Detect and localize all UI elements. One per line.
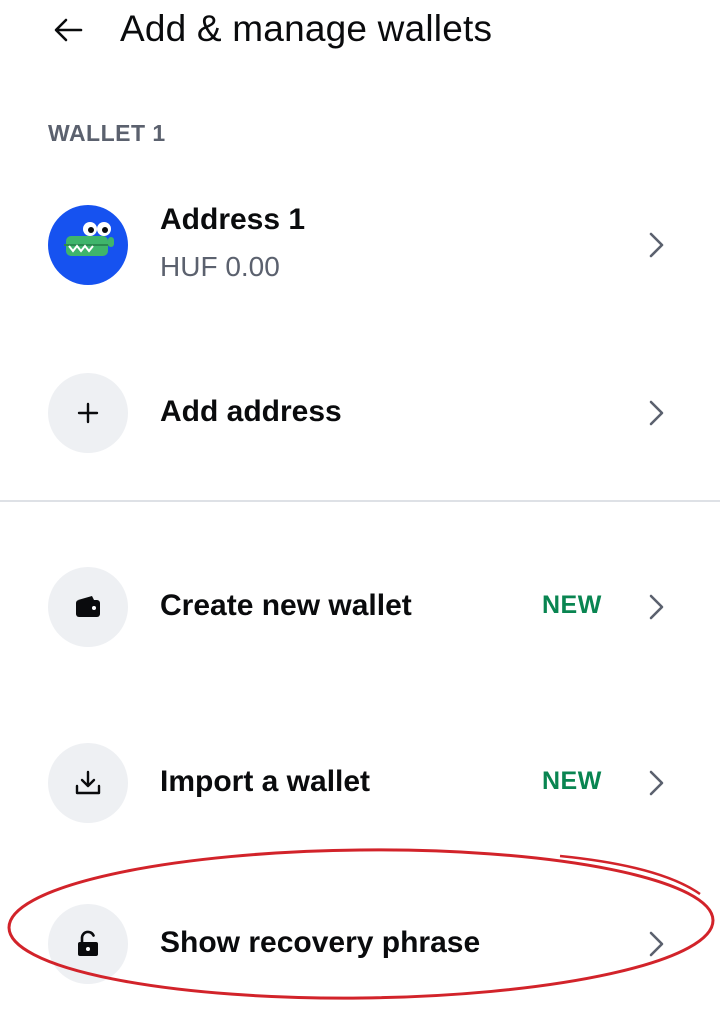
chevron-right-icon xyxy=(649,594,664,620)
plus-icon xyxy=(48,373,128,453)
crocodile-avatar-icon xyxy=(48,205,128,285)
arrow-left-icon xyxy=(54,18,83,42)
new-badge: NEW xyxy=(542,767,602,795)
add-address-row[interactable]: Add address xyxy=(0,365,720,461)
back-button[interactable] xyxy=(48,12,88,48)
annotation-ellipse xyxy=(7,848,715,1000)
show-recovery-phrase-label: Show recovery phrase xyxy=(160,926,481,959)
chevron-right-icon xyxy=(649,400,664,426)
wallet-icon xyxy=(48,567,128,647)
create-new-wallet-row[interactable]: Create new wallet NEW xyxy=(0,559,720,655)
address-balance: HUF 0.00 xyxy=(160,251,280,282)
add-address-label: Add address xyxy=(160,395,342,428)
address-name: Address 1 xyxy=(160,203,306,236)
wallet-section-label: WALLET 1 xyxy=(48,120,166,146)
chevron-right-icon xyxy=(649,770,664,796)
download-icon xyxy=(48,743,128,823)
show-recovery-phrase-row[interactable]: Show recovery phrase xyxy=(0,896,720,992)
import-wallet-row[interactable]: Import a wallet NEW xyxy=(0,735,720,831)
new-badge: NEW xyxy=(542,591,602,619)
unlock-icon xyxy=(48,904,128,984)
address-row[interactable]: Address 1 HUF 0.00 xyxy=(0,197,720,293)
page-title: Add & manage wallets xyxy=(120,8,493,49)
import-wallet-label: Import a wallet xyxy=(160,765,371,798)
header: Add & manage wallets xyxy=(0,0,720,64)
create-new-wallet-label: Create new wallet xyxy=(160,589,412,622)
chevron-right-icon xyxy=(649,232,664,258)
section-divider xyxy=(0,500,720,502)
chevron-right-icon xyxy=(649,931,664,957)
